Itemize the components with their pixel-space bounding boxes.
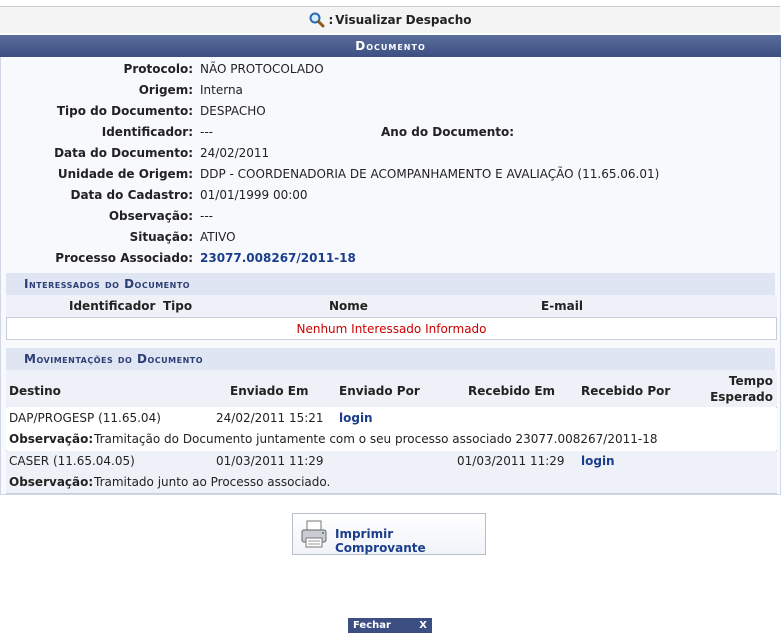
enviado-por-link[interactable]: login bbox=[339, 408, 373, 429]
observacao-label: Observação: bbox=[9, 475, 94, 489]
col-recebido-por: Recebido Por bbox=[581, 384, 671, 398]
field-label-ano-documento: Ano do Documento: bbox=[381, 125, 515, 139]
field-label: Unidade de Origem: bbox=[57, 167, 193, 181]
field-value: DESPACHO bbox=[200, 104, 266, 118]
document-panel: Protocolo: NÃO PROTOCOLADO Origem: Inter… bbox=[0, 57, 781, 495]
col-destino: Destino bbox=[9, 384, 61, 398]
cell-destino: CASER (11.65.04.05) bbox=[9, 454, 135, 468]
print-receipt-label: Imprimir Comprovante bbox=[335, 527, 426, 555]
field-unidade-origem: Unidade de Origem: DDP - COORDENADORIA D… bbox=[1, 164, 780, 184]
field-label: Data do Documento: bbox=[54, 146, 193, 160]
printer-icon bbox=[301, 520, 327, 548]
movimentacoes-table-header: Destino Enviado Em Enviado Por Recebido … bbox=[6, 370, 777, 408]
col-recebido-em: Recebido Em bbox=[468, 384, 556, 398]
field-label: Data do Cadastro: bbox=[70, 188, 193, 202]
recebido-por-link[interactable]: login bbox=[581, 451, 615, 472]
field-situacao: Situação: ATIVO bbox=[1, 227, 780, 247]
close-button-label: Fechar bbox=[353, 620, 391, 631]
observacao-text: Tramitado junto ao Processo associado. bbox=[94, 475, 331, 489]
close-x-icon: X bbox=[419, 620, 427, 631]
col-esperado: Esperado bbox=[710, 390, 773, 404]
page-header: : Visualizar Despacho bbox=[0, 6, 780, 33]
field-label: Origem: bbox=[138, 83, 193, 97]
empty-message: Nenhum Interessado Informado bbox=[296, 322, 487, 336]
interessados-empty-row: Nenhum Interessado Informado bbox=[6, 317, 777, 340]
field-data-documento: Data do Documento: 24/02/2011 bbox=[1, 143, 780, 163]
print-receipt-button[interactable]: Imprimir Comprovante bbox=[292, 513, 486, 555]
field-label: Situação: bbox=[129, 230, 193, 244]
field-processo-associado: Processo Associado: 23077.008267/2011-18 bbox=[1, 248, 780, 268]
field-value: --- bbox=[200, 209, 213, 223]
field-label: Identificador: bbox=[101, 125, 193, 139]
field-identificador: Identificador: --- Ano do Documento: bbox=[1, 122, 780, 142]
col-enviado-por: Enviado Por bbox=[339, 384, 420, 398]
col-nome: Nome bbox=[329, 299, 368, 313]
section-title-movimentacoes: Movimentações do Documento bbox=[6, 348, 775, 370]
cell-enviado-em: 24/02/2011 15:21 bbox=[216, 411, 324, 425]
field-value: 01/01/1999 00:00 bbox=[200, 188, 308, 202]
table-row: DAP/PROGESP (11.65.04) 24/02/2011 15:21 … bbox=[6, 408, 777, 429]
col-enviado-em: Enviado Em bbox=[230, 384, 309, 398]
cell-enviado-em: 01/03/2011 11:29 bbox=[216, 454, 324, 468]
field-data-cadastro: Data do Cadastro: 01/01/1999 00:00 bbox=[1, 185, 780, 205]
close-button[interactable]: Fechar X bbox=[348, 618, 432, 633]
colon-separator: : bbox=[328, 13, 334, 27]
field-label: Processo Associado: bbox=[55, 251, 193, 265]
magnifier-icon bbox=[309, 12, 325, 28]
page-title-wrap: : Visualizar Despacho bbox=[308, 12, 472, 28]
table-row-observacao: Observação: Tramitação do Documento junt… bbox=[6, 429, 777, 450]
field-tipo-documento: Tipo do Documento: DESPACHO bbox=[1, 101, 780, 121]
field-value: DDP - COORDENADORIA DE ACOMPANHAMENTO E … bbox=[200, 167, 660, 181]
table-row: CASER (11.65.04.05) 01/03/2011 11:29 01/… bbox=[6, 451, 777, 472]
field-origem: Origem: Interna bbox=[1, 80, 780, 100]
col-email: E-mail bbox=[541, 299, 584, 313]
page-title: Visualizar Despacho bbox=[335, 13, 472, 27]
observacao-label: Observação: bbox=[9, 432, 94, 446]
col-tempo: Tempo bbox=[728, 374, 773, 388]
field-label: Observação: bbox=[108, 209, 193, 223]
field-value: ATIVO bbox=[200, 230, 236, 244]
section-title-documento: Documento bbox=[0, 35, 781, 57]
field-label: Tipo do Documento: bbox=[56, 104, 193, 118]
table-row-observacao: Observação: Tramitado junto ao Processo … bbox=[6, 472, 777, 493]
field-value: Interna bbox=[200, 83, 243, 97]
field-label: Protocolo: bbox=[123, 62, 193, 76]
processo-associado-link[interactable]: 23077.008267/2011-18 bbox=[200, 248, 356, 268]
section-title-interessados: Interessados do Documento bbox=[6, 273, 775, 295]
cell-recebido-em: 01/03/2011 11:29 bbox=[457, 454, 565, 468]
col-tipo: Tipo bbox=[163, 299, 193, 313]
field-value: NÃO PROTOCOLADO bbox=[200, 62, 324, 76]
cell-destino: DAP/PROGESP (11.65.04) bbox=[9, 411, 161, 425]
field-value: 24/02/2011 bbox=[200, 146, 270, 160]
field-protocolo: Protocolo: NÃO PROTOCOLADO bbox=[1, 59, 780, 79]
observacao-text: Tramitação do Documento juntamente com o… bbox=[94, 432, 658, 446]
field-observacao: Observação: --- bbox=[1, 206, 780, 226]
interessados-table-header: Identificador Tipo Nome E-mail bbox=[6, 295, 777, 318]
field-value: --- bbox=[200, 125, 213, 139]
col-identificador: Identificador bbox=[69, 299, 156, 313]
